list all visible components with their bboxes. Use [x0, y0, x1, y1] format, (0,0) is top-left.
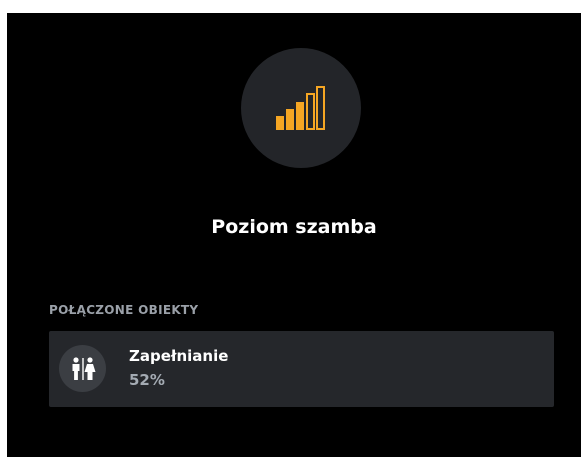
object-value: 52%	[129, 371, 165, 389]
signal-level-icon	[276, 86, 325, 130]
connected-object-item[interactable]: Zapełnianie 52%	[49, 331, 554, 407]
device-icon-badge	[241, 48, 361, 168]
page-title: Poziom szamba	[211, 216, 377, 238]
section-label-connected-objects: POŁĄCZONE OBIEKTY	[49, 303, 199, 317]
device-panel: Poziom szamba POŁĄCZONE OBIEKTY Zapełnia…	[7, 13, 581, 457]
object-icon-badge	[59, 345, 106, 392]
restroom-icon	[72, 357, 96, 380]
object-name: Zapełnianie	[129, 347, 229, 365]
